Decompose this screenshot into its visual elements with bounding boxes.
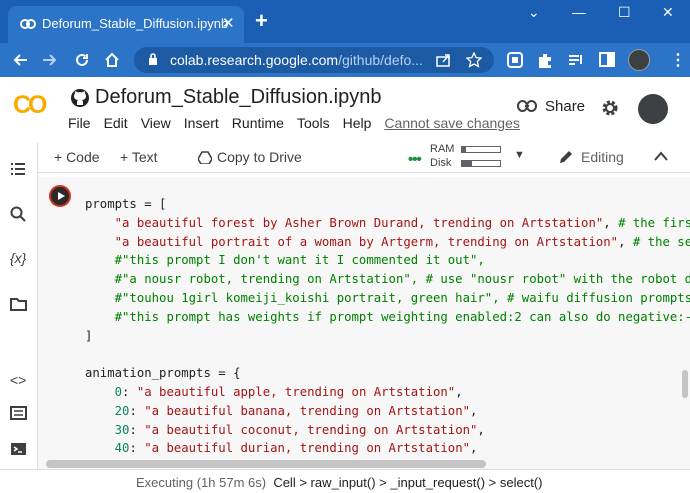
- extension-icon[interactable]: [506, 51, 524, 69]
- menu-tools[interactable]: Tools: [297, 115, 330, 131]
- media-icon[interactable]: [567, 51, 585, 69]
- back-arrow-icon[interactable]: [12, 52, 28, 68]
- code-line[interactable]: animation_prompts = {: [85, 364, 690, 383]
- tab-search-icon[interactable]: ⌄: [528, 4, 540, 21]
- code-cell[interactable]: prompts = [ "a beautiful forest by Asher…: [38, 177, 690, 469]
- menu-help[interactable]: Help: [343, 115, 372, 131]
- pencil-icon: [560, 151, 572, 163]
- ram-bar: [461, 146, 501, 153]
- code-snippets-icon[interactable]: <>: [10, 372, 26, 388]
- code-line[interactable]: "a beautiful portrait of a woman by Artg…: [85, 233, 690, 252]
- code-line[interactable]: 30: "a beautiful coconut, trending on Ar…: [85, 421, 690, 440]
- browser-menu-icon[interactable]: ⋮: [670, 50, 686, 70]
- chevron-up-icon[interactable]: [654, 151, 668, 161]
- address-bar[interactable]: colab.research.google.com/github/defo...: [134, 47, 494, 73]
- run-icon[interactable]: [49, 185, 71, 207]
- split-screen-icon[interactable]: [598, 51, 616, 69]
- status-bar: Executing (1h 57m 6s) Cell > raw_input()…: [0, 469, 690, 493]
- editing-mode-button[interactable]: Editing: [581, 149, 624, 165]
- lock-icon[interactable]: [148, 52, 158, 66]
- menu-insert[interactable]: Insert: [184, 115, 219, 131]
- runtime-dropdown-icon[interactable]: ▼: [514, 149, 525, 161]
- link-icon[interactable]: [517, 99, 537, 113]
- puzzle-icon[interactable]: [536, 51, 554, 69]
- close-window-button[interactable]: ✕: [662, 4, 674, 21]
- cannot-save-link[interactable]: Cannot save changes: [384, 115, 519, 131]
- menu-bar: File Edit View Insert Runtime Tools Help Cannot…: [68, 115, 533, 131]
- browser-toolbar: colab.research.google.com/github/defo...…: [0, 43, 690, 77]
- menu-edit[interactable]: Edit: [104, 115, 128, 131]
- colab-logo[interactable]: CO: [13, 91, 47, 120]
- minimize-button[interactable]: —: [572, 4, 586, 20]
- home-icon[interactable]: [104, 52, 120, 68]
- browser-tab-title: Deforum_Stable_Diffusion.ipynb: [42, 16, 229, 31]
- star-icon[interactable]: [466, 52, 482, 68]
- execution-status: Executing (1h 57m 6s) Cell > raw_input()…: [136, 475, 543, 490]
- vertical-scrollbar[interactable]: [682, 370, 688, 398]
- add-code-button[interactable]: + Code: [54, 149, 100, 165]
- code-line[interactable]: #"a nousr robot, trending on Artstation"…: [85, 270, 690, 289]
- disk-label: Disk: [430, 157, 452, 169]
- left-sidebar: {x} <>: [0, 143, 38, 469]
- forward-arrow-icon[interactable]: [42, 52, 58, 68]
- code-line[interactable]: prompts = [: [85, 195, 690, 214]
- browser-tab[interactable]: Deforum_Stable_Diffusion.ipynb ✕: [8, 6, 244, 43]
- new-tab-button[interactable]: +: [255, 8, 268, 34]
- folder-icon[interactable]: [10, 297, 27, 311]
- command-palette-icon[interactable]: [10, 406, 27, 420]
- copy-to-drive-button[interactable]: Copy to Drive: [217, 149, 302, 165]
- browser-tab-strip: Deforum_Stable_Diffusion.ipynb ✕ + ⌄ — ☐…: [0, 0, 690, 43]
- ram-label: RAM: [430, 143, 455, 155]
- user-avatar[interactable]: [638, 94, 668, 124]
- code-line[interactable]: "a beautiful forest by Asher Brown Duran…: [85, 214, 690, 233]
- notebook-toolbar: + Code + Text Copy to Drive ••• RAM Disk…: [38, 143, 690, 173]
- menu-view[interactable]: View: [141, 115, 171, 131]
- notebook-title[interactable]: Deforum_Stable_Diffusion.ipynb: [95, 86, 381, 109]
- code-line[interactable]: #"touhou 1girl komeiji_koishi portrait, …: [85, 289, 690, 308]
- code-line[interactable]: [85, 345, 690, 364]
- reload-icon[interactable]: [74, 52, 90, 68]
- code-line[interactable]: ]: [85, 327, 690, 346]
- gear-icon[interactable]: [600, 98, 620, 118]
- github-icon: [71, 89, 89, 107]
- code-line[interactable]: #"this prompt I don't want it I commente…: [85, 251, 690, 270]
- code-editor[interactable]: prompts = [ "a beautiful forest by Asher…: [85, 195, 690, 458]
- toc-icon[interactable]: [10, 162, 26, 176]
- colab-header: CO Deforum_Stable_Diffusion.ipynb File Ed…: [0, 77, 690, 143]
- connected-indicator: •••: [408, 151, 422, 168]
- close-tab-icon[interactable]: ✕: [222, 14, 235, 32]
- variables-icon[interactable]: {x}: [10, 250, 26, 266]
- code-line[interactable]: 40: "a beautiful durian, trending on Art…: [85, 439, 690, 458]
- colab-tab-icon: [20, 19, 36, 29]
- search-icon[interactable]: [10, 206, 26, 222]
- share-button[interactable]: Share: [545, 98, 585, 115]
- menu-runtime[interactable]: Runtime: [232, 115, 284, 131]
- disk-bar: [461, 160, 501, 167]
- code-line[interactable]: #"this prompt has weights if prompt weig…: [85, 308, 690, 327]
- profile-avatar[interactable]: [628, 49, 650, 71]
- code-line[interactable]: 0: "a beautiful apple, trending on Artst…: [85, 383, 690, 402]
- drive-icon: [198, 151, 212, 164]
- menu-file[interactable]: File: [68, 115, 91, 131]
- horizontal-scrollbar[interactable]: [46, 460, 486, 468]
- code-line[interactable]: 20: "a beautiful banana, trending on Art…: [85, 402, 690, 421]
- add-text-button[interactable]: + Text: [120, 149, 158, 165]
- terminal-icon[interactable]: [10, 442, 27, 456]
- url-text[interactable]: colab.research.google.com/github/defo...: [170, 52, 423, 68]
- maximize-button[interactable]: ☐: [618, 4, 631, 21]
- share-page-icon[interactable]: [436, 53, 452, 67]
